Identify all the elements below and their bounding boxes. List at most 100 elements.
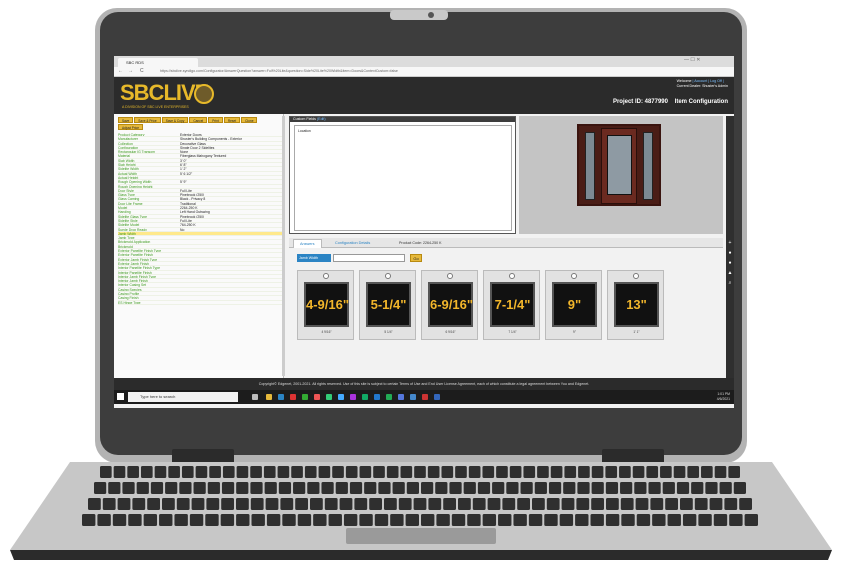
excel-icon[interactable] [386, 394, 392, 400]
toolbar-button[interactable]: Cancel [189, 117, 208, 123]
keyboard-key [729, 514, 743, 526]
keyboard-key [378, 482, 391, 494]
keyboard-key [250, 482, 263, 494]
keyboard-key [632, 466, 645, 478]
radio-icon[interactable] [571, 273, 577, 279]
rotate-icon[interactable]: ● [727, 260, 733, 266]
chrome-icon[interactable] [290, 394, 296, 400]
radio-icon[interactable] [385, 273, 391, 279]
browser-tab[interactable]: SBC RDS [118, 58, 198, 67]
answer-swatch[interactable]: 5-1/4" [366, 282, 411, 327]
forward-icon[interactable]: → [128, 68, 133, 74]
app-icon-3[interactable] [326, 394, 332, 400]
toolbar-button[interactable]: Adjust Price [118, 124, 144, 130]
user-info: Welcome | Account | Log Off | Current De… [677, 79, 728, 88]
keyboard-key [295, 498, 308, 510]
keyboard-key [532, 498, 545, 510]
answer-option-card[interactable]: 6-9/16" 6 9/16" [421, 270, 478, 340]
keyboard-key [468, 466, 481, 478]
keyboard-key [147, 498, 160, 510]
refresh-icon[interactable]: C [140, 68, 144, 74]
radio-icon[interactable] [447, 273, 453, 279]
windows-start-icon[interactable] [117, 393, 124, 400]
app-icon-4[interactable] [338, 394, 344, 400]
answer-swatch[interactable]: 13" [614, 282, 659, 327]
right-sidelite [643, 132, 653, 200]
keyboard-key [682, 514, 697, 526]
up-arrow-icon[interactable]: ▲ [727, 270, 733, 276]
keyboard-key [195, 466, 208, 478]
answer-option-card[interactable]: 4-9/16" 4 9/16" [297, 270, 354, 340]
property-row[interactable]: ES Hinge Type [118, 301, 282, 305]
info-icon[interactable]: ● [727, 250, 733, 256]
app-icon-6[interactable] [422, 394, 428, 400]
answer-option-card[interactable]: 9" 9" [545, 270, 602, 340]
outlook-icon[interactable] [410, 394, 416, 400]
keyboard-key [561, 498, 575, 510]
teams-icon[interactable] [398, 394, 404, 400]
go-button[interactable]: Go [410, 254, 422, 262]
jamb-width-input[interactable] [333, 254, 405, 262]
toolbar-button[interactable]: Reset [223, 117, 241, 123]
window-controls[interactable]: — ☐ ✕ [684, 57, 700, 63]
answer-swatch[interactable]: 4-9/16" [304, 282, 349, 327]
answer-swatch[interactable]: 6-9/16" [428, 282, 473, 327]
keyboard-key [343, 514, 358, 526]
answer-swatch[interactable]: 9" [552, 282, 597, 327]
keyboard-key [310, 498, 323, 510]
keyboard-key [564, 466, 577, 478]
toolbar-button[interactable]: Save & Copy [161, 117, 189, 123]
keyboard-key [728, 466, 740, 478]
keyboard-key [176, 498, 190, 510]
toolbar-button[interactable]: Print [208, 117, 223, 123]
zoom-in-icon[interactable]: + [727, 240, 733, 246]
file-explorer-icon[interactable] [266, 394, 272, 400]
custom-fields-title-text: Custom Fields [293, 117, 316, 121]
custom-fields-title: Custom Fields (Edit) [290, 117, 515, 122]
keyboard-key [264, 482, 277, 494]
project-heading: Project ID: 4877990 Item Configuration [613, 99, 728, 105]
answer-option-card[interactable]: 5-1/4" 5 1/4" [359, 270, 416, 340]
answer-swatch[interactable]: 7-1/4" [490, 282, 535, 327]
custom-fields-edit-link[interactable]: (Edit) [317, 117, 326, 121]
keyboard-key [458, 498, 471, 510]
keyboard-key [492, 482, 505, 494]
keyboard-key [168, 466, 180, 478]
keyboard-key [482, 514, 497, 526]
search-icon[interactable]: ⌕ [727, 280, 733, 286]
keyboard-key [193, 482, 206, 494]
spotify-icon[interactable] [362, 394, 368, 400]
tab-configuration-details[interactable]: Configuration Details [329, 239, 376, 248]
keyboard-key [373, 466, 385, 478]
url-field[interactable]: https://sbclive.syndigo.com/Configurator… [160, 69, 630, 75]
system-tray-clock[interactable]: 1:01 PM 4/6/2021 [717, 392, 730, 401]
app-icon-5[interactable] [350, 394, 356, 400]
keyboard-key [266, 514, 281, 526]
toolbar-button[interactable]: Clone [241, 117, 258, 123]
keyboard-key [209, 466, 221, 478]
keyboard-key [250, 466, 262, 478]
back-icon[interactable]: ← [118, 68, 123, 74]
task-view-icon[interactable] [252, 394, 258, 400]
account-links[interactable]: | Account | Log Off | [693, 79, 724, 83]
radio-icon[interactable] [633, 273, 639, 279]
keyboard-key [660, 466, 672, 478]
app-icon-7[interactable] [434, 394, 440, 400]
keyboard-key [652, 514, 666, 526]
answer-option-card[interactable]: 7-1/4" 7 1/4" [483, 270, 540, 340]
property-panel-scrollbar[interactable] [282, 116, 285, 376]
radio-icon[interactable] [509, 273, 515, 279]
word-icon[interactable] [374, 394, 380, 400]
toolbar-button[interactable]: Save [118, 117, 134, 123]
taskbar-search[interactable]: Type here to search [128, 392, 238, 402]
radio-icon[interactable] [323, 273, 329, 279]
keyboard-key [405, 514, 419, 526]
toolbar-button[interactable]: Save & Price [134, 117, 161, 123]
keyboard-key [513, 514, 527, 526]
tab-answers[interactable]: Answers [293, 239, 322, 248]
answer-option-card[interactable]: 13" 1' 1" [607, 270, 664, 340]
keyboard-key [236, 514, 250, 526]
edge-icon[interactable] [278, 394, 284, 400]
app-icon-1[interactable] [302, 394, 308, 400]
app-icon-2[interactable] [314, 394, 320, 400]
